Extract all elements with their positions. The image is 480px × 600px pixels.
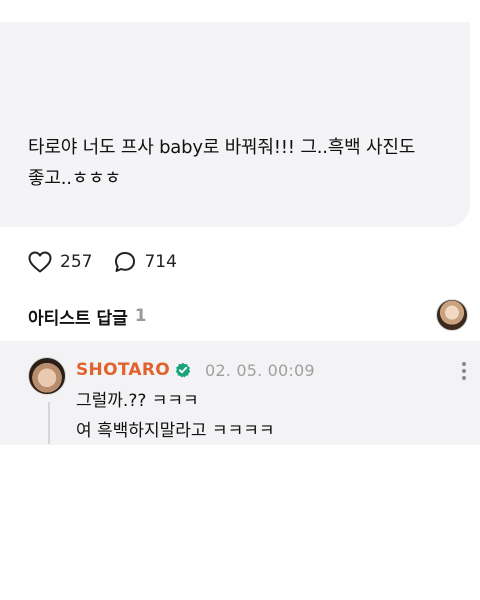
post-text: 타로야 너도 프사 baby로 바꿔줘!!! 그..흑백 사진도 좋고..ㅎㅎㅎ [28, 132, 458, 194]
reply-text: 그럴까.?? ㅋㅋㅋ 여 흑백하지말라고 ㅋㅋㅋㅋ [76, 386, 466, 446]
screen: 타로야 너도 프사 baby로 바꿔줘!!! 그..흑백 사진도 좋고..ㅎㅎㅎ… [0, 0, 480, 600]
more-vertical-icon[interactable] [458, 360, 470, 382]
reply-timestamp: 02. 05. 00:09 [205, 360, 315, 380]
thread-line [48, 402, 50, 444]
post-card [0, 22, 470, 227]
reply-text-line-1: 그럴까.?? ㅋㅋㅋ [76, 391, 199, 411]
artist-replies-title: 아티스트 답글 [28, 308, 128, 329]
post-card-body [0, 22, 470, 227]
reply-meta: SHOTARO 02. 05. 00:09 [76, 357, 315, 383]
comment-count: 714 [144, 252, 177, 272]
artist-replies-count: 1 [134, 306, 147, 326]
reply-author-name[interactable]: SHOTARO [76, 360, 170, 380]
artist-avatar-small[interactable] [436, 299, 468, 331]
verified-check-icon [175, 362, 191, 378]
like-count: 257 [60, 252, 93, 272]
heart-icon [28, 251, 52, 273]
comment-button[interactable]: 714 [114, 251, 177, 273]
post-text-line-1: 타로야 너도 프사 baby로 바꿔줘!!! 그..흑백 사진도 [28, 137, 416, 158]
post-stats: 257 714 [28, 248, 177, 276]
reply-text-line-2: 여 흑백하지말라고 ㅋㅋㅋㅋ [76, 421, 275, 441]
artist-replies-header: 아티스트 답글 1 [28, 303, 147, 329]
reply-author-avatar[interactable] [28, 357, 66, 395]
like-button[interactable]: 257 [28, 251, 92, 273]
speech-bubble-icon [115, 252, 136, 272]
post-text-line-2: 좋고..ㅎㅎㅎ [28, 168, 121, 189]
